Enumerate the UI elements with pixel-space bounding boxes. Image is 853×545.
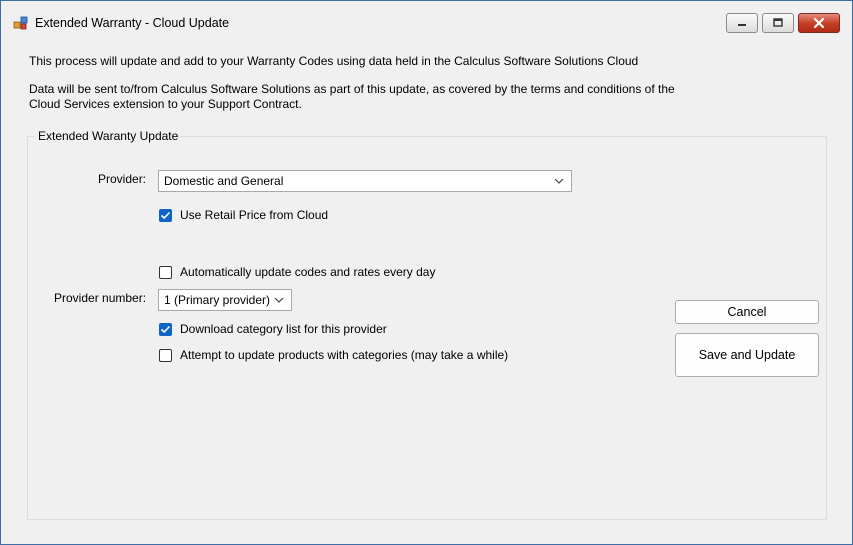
auto-update-checkbox[interactable] bbox=[159, 265, 172, 279]
update-products-label: Attempt to update products with categori… bbox=[180, 348, 509, 362]
chevron-down-icon bbox=[273, 291, 285, 309]
close-icon bbox=[813, 17, 825, 29]
update-products-checkbox[interactable] bbox=[159, 348, 172, 362]
app-icon bbox=[13, 16, 28, 30]
chevron-down-icon bbox=[553, 172, 565, 190]
provider-number-select[interactable]: 1 (Primary provider) bbox=[158, 289, 292, 311]
provider-select-value: Domestic and General bbox=[164, 174, 284, 188]
update-products-checkbox-row[interactable]: Attempt to update products with categori… bbox=[159, 348, 508, 362]
save-and-update-button[interactable]: Save and Update bbox=[675, 333, 819, 377]
use-retail-price-checkbox[interactable] bbox=[159, 208, 172, 222]
use-retail-price-label: Use Retail Price from Cloud bbox=[180, 208, 329, 222]
use-retail-price-checkbox-row[interactable]: Use Retail Price from Cloud bbox=[159, 208, 328, 222]
auto-update-checkbox-row[interactable]: Automatically update codes and rates eve… bbox=[159, 265, 435, 279]
minimize-button[interactable] bbox=[726, 13, 758, 33]
dialog-window: Extended Warranty - Cloud Update This pr… bbox=[0, 0, 853, 545]
provider-label: Provider: bbox=[98, 172, 147, 186]
info-text-line2: Data will be sent to/from Calculus Softw… bbox=[29, 82, 675, 96]
window-title: Extended Warranty - Cloud Update bbox=[35, 16, 230, 30]
maximize-button[interactable] bbox=[762, 13, 794, 33]
maximize-icon bbox=[773, 18, 783, 27]
cancel-button[interactable]: Cancel bbox=[675, 300, 819, 324]
checkmark-icon bbox=[160, 211, 171, 219]
provider-number-value: 1 (Primary provider) bbox=[164, 293, 271, 307]
download-category-checkbox[interactable] bbox=[159, 322, 172, 336]
extended-warranty-group: Extended Waranty Update Provider: Domest… bbox=[27, 129, 827, 520]
title-bar[interactable]: Extended Warranty - Cloud Update bbox=[1, 1, 852, 39]
download-category-checkbox-row[interactable]: Download category list for this provider bbox=[159, 322, 387, 336]
info-text-line3: Cloud Services extension to your Support… bbox=[29, 97, 302, 111]
info-text-line1: This process will update and add to your… bbox=[29, 54, 639, 68]
checkmark-icon bbox=[160, 325, 171, 333]
download-category-label: Download category list for this provider bbox=[180, 322, 387, 336]
group-title: Extended Waranty Update bbox=[35, 129, 182, 143]
auto-update-label: Automatically update codes and rates eve… bbox=[180, 265, 436, 279]
minimize-icon bbox=[738, 24, 746, 26]
provider-number-label: Provider number: bbox=[54, 291, 147, 305]
client-area: This process will update and add to your… bbox=[9, 39, 845, 537]
close-button[interactable] bbox=[798, 13, 840, 33]
provider-select[interactable]: Domestic and General bbox=[158, 170, 572, 192]
